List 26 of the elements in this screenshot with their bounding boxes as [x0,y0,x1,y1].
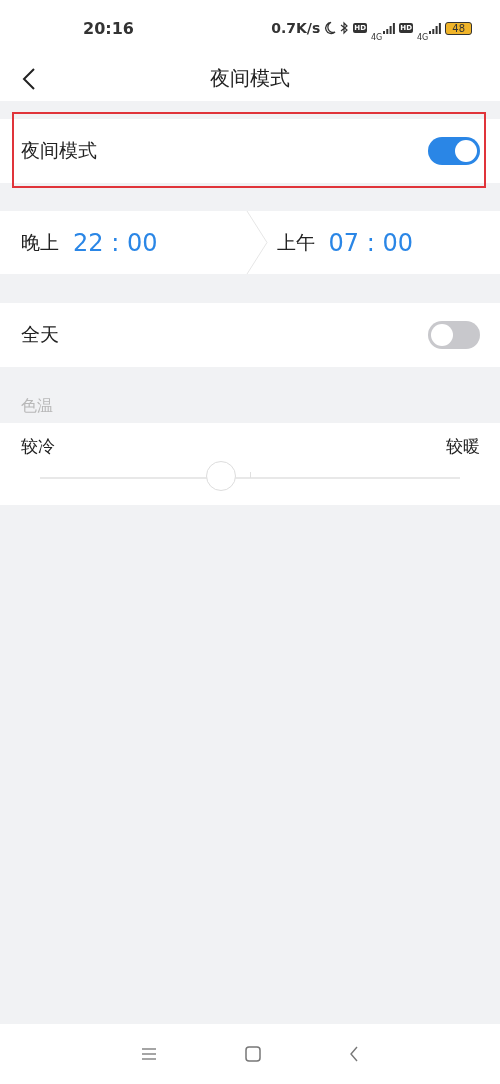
end-time[interactable]: 07 : 00 [328,228,413,257]
start-time[interactable]: 22 : 00 [73,228,158,257]
network-type: 4G [371,32,383,42]
slider-min-label: 较冷 [21,435,55,458]
home-button[interactable] [245,1046,261,1062]
section-label: 色温 [21,396,53,417]
signal-icon [429,22,442,34]
back-icon[interactable] [349,1046,359,1062]
menu-icon[interactable] [141,1047,157,1061]
moon-icon [324,21,337,35]
network-speed: 0.7K/s [271,20,321,36]
start-period: 晚上 [21,229,59,255]
battery-level: 48 [445,21,472,35]
setting-label: 全天 [21,322,59,347]
bluetooth-icon [340,21,350,35]
page-title: 夜间模式 [210,65,290,92]
back-button[interactable] [22,66,36,91]
toggle-switch[interactable] [428,321,480,349]
setting-label: 夜间模式 [21,138,97,163]
status-time: 20:16 [83,18,134,38]
signal-icon [383,22,396,34]
end-period: 上午 [276,229,315,255]
slider-max-label: 较暖 [446,435,480,458]
slider-thumb[interactable] [205,461,236,491]
toggle-switch[interactable] [428,137,480,165]
network-type: 4G [416,32,429,42]
